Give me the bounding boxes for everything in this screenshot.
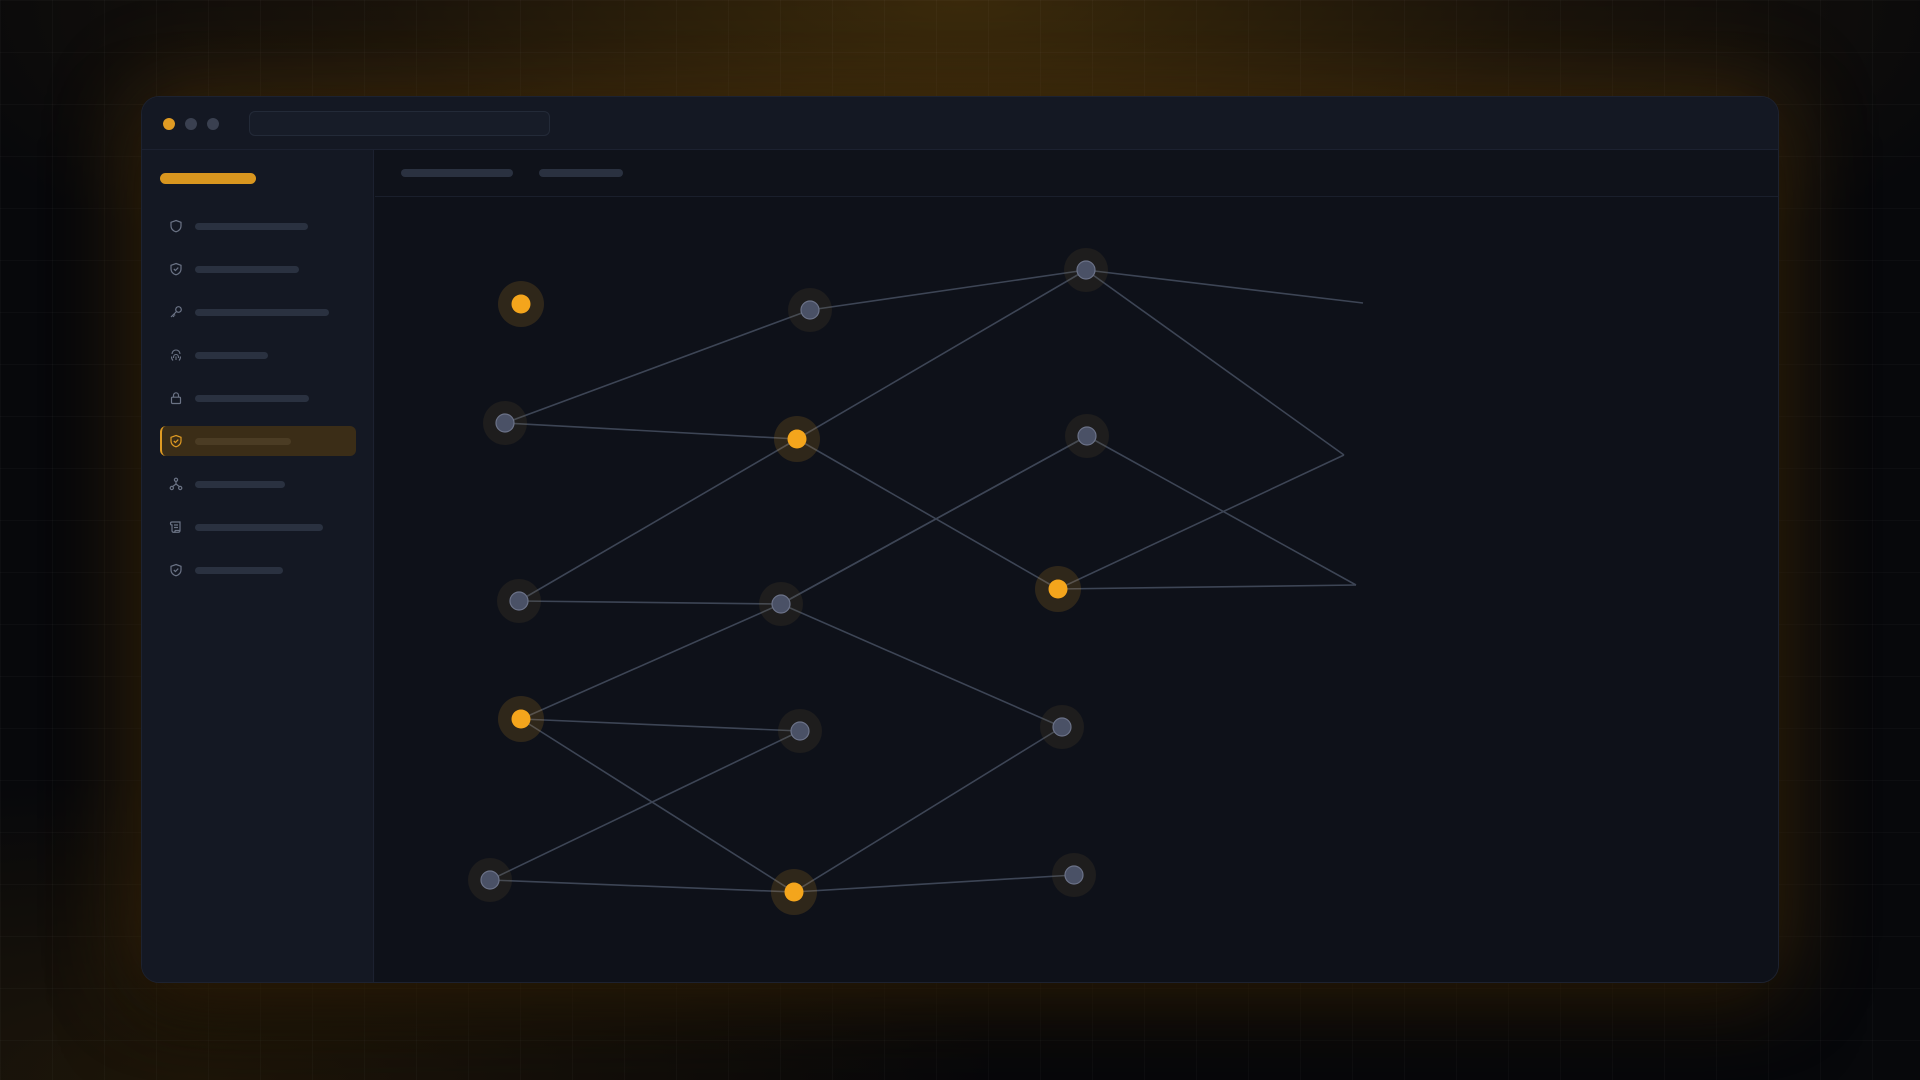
graph-edge [1086,435,1357,586]
graph-node-active[interactable] [771,869,817,915]
graph-edge [1085,269,1345,456]
graph-edge [489,879,795,893]
graph-edge [504,422,798,440]
graph-edge [1057,584,1357,590]
graph-edge [1085,269,1364,304]
graph-node-active[interactable] [1035,566,1081,612]
graph-edge [489,730,801,881]
graph-edge [504,309,811,424]
graph-node-active[interactable] [498,281,544,327]
graph-edge [520,603,782,720]
graph-edge [520,718,801,732]
graph-edge [796,438,1059,590]
graph-edge [809,269,1087,311]
graph-edge [796,269,1087,440]
graph-node[interactable] [1040,705,1084,749]
graph-node[interactable] [1052,853,1096,897]
graph-edge [518,438,798,602]
node-graph [468,248,1364,915]
graph-node[interactable] [468,858,512,902]
graph-edge [518,600,782,605]
graph-node[interactable] [497,579,541,623]
graph-edge [780,603,1063,728]
graph-node-active[interactable] [498,696,544,742]
graph-node-active[interactable] [774,416,820,462]
graph-edge [520,718,795,893]
graph-node[interactable] [1064,248,1108,292]
graph-node[interactable] [1065,414,1109,458]
graph-node[interactable] [483,401,527,445]
graph-node[interactable] [778,709,822,753]
graph-edge [793,726,1063,893]
graph-edge [793,874,1075,893]
graph-node[interactable] [759,582,803,626]
graph-edge [1057,454,1345,590]
graph-node[interactable] [788,288,832,332]
